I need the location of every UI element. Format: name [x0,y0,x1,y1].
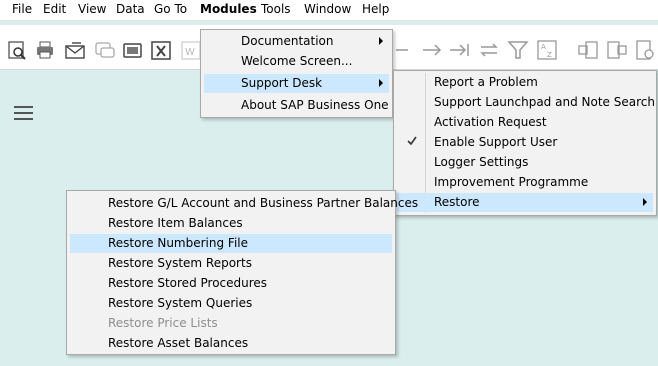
menu-item-label: Restore Stored Procedures [108,276,268,290]
menu-modules[interactable]: Modules [200,2,257,16]
menu-item-label: Enable Support User [434,135,558,149]
menu-item-label: Logger Settings [434,155,529,169]
arrow-partial-icon[interactable] [396,39,418,61]
hamburger-menu-icon[interactable] [14,104,34,122]
menu-item-label: Restore Price Lists [108,316,218,330]
menu-item-label: Restore Item Balances [108,216,243,230]
menu-item-label: Documentation [241,34,334,48]
menu-item-label: Support Launchpad and Note Search [434,95,655,109]
menu-item-support-launchpad[interactable]: Support Launchpad and Note Search [397,93,655,112]
menu-item-label: Restore Asset Balances [108,336,249,350]
menu-item-label: Restore Numbering File [108,236,249,250]
menu-item-restore-stored-procedures[interactable]: Restore Stored Procedures [70,274,392,293]
menu-item-label: Support Desk [241,76,323,90]
submenu-arrow-icon [643,198,647,206]
find-icon[interactable] [6,39,28,61]
menu-edit[interactable]: Edit [43,2,66,16]
submenu-arrow-icon [379,79,383,87]
menu-item-support-desk[interactable]: Support Desk [204,74,389,93]
menu-item-label: Restore G/L Account and Business Partner… [108,196,419,210]
print-layout-icon[interactable] [122,39,144,61]
filter-icon[interactable] [507,39,529,61]
menu-item-restore-asset-balances[interactable]: Restore Asset Balances [70,334,392,353]
menu-item-report-problem[interactable]: Report a Problem [397,73,653,92]
menu-bar: File Edit View Data Go To Modules Tools … [0,0,658,21]
menu-item-label: Activation Request [434,115,547,129]
arrow-last-icon[interactable] [449,39,471,61]
menu-item-label: Restore [434,195,480,209]
excel-icon[interactable] [150,39,172,61]
email-icon[interactable] [64,39,86,61]
menu-file[interactable]: File [12,2,32,16]
menu-item-restore-numbering-file[interactable]: Restore Numbering File [70,234,392,253]
menu-item-label: Restore System Queries [108,296,253,310]
menu-item-restore[interactable]: Restore [397,193,653,212]
menu-view[interactable]: View [78,2,106,16]
menu-help[interactable]: Help [362,2,389,16]
menu-item-restore-system-queries[interactable]: Restore System Queries [70,294,392,313]
refresh-icon[interactable] [478,39,500,61]
modules-menu: Documentation Welcome Screen... Support … [200,29,393,118]
message-icon[interactable] [94,39,116,61]
svg-text:W: W [185,47,195,58]
menu-item-improvement-programme[interactable]: Improvement Programme [397,173,653,192]
submenu-arrow-icon [379,37,383,45]
menu-item-documentation[interactable]: Documentation [204,32,389,51]
menu-item-label: Improvement Programme [434,175,589,189]
svg-text:Z: Z [547,51,552,59]
sap-window: { "menubar": { "items": [ {"label": "Fil… [0,0,658,366]
menu-item-logger-settings[interactable]: Logger Settings [397,153,653,172]
menu-data[interactable]: Data [116,2,145,16]
menu-item-restore-price-lists: Restore Price Lists [70,314,392,333]
menu-item-restore-item-balances[interactable]: Restore Item Balances [70,214,392,233]
target-document-icon[interactable] [606,39,628,61]
checkmark-icon [407,136,417,146]
word-icon[interactable]: W [180,39,202,61]
svg-text:A: A [541,43,546,51]
document-settings-icon[interactable] [634,39,656,61]
menu-item-label: Welcome Screen... [241,54,353,68]
menu-item-label: Restore System Reports [108,256,252,270]
menu-item-activation-request[interactable]: Activation Request [397,113,653,132]
menu-item-restore-system-reports[interactable]: Restore System Reports [70,254,392,273]
base-document-icon[interactable] [577,39,599,61]
menu-item-about[interactable]: About SAP Business One [204,96,389,115]
menu-item-welcome-screen[interactable]: Welcome Screen... [204,52,389,71]
menu-item-enable-support-user[interactable]: Enable Support User [397,133,653,152]
menu-goto[interactable]: Go To [154,2,187,16]
menu-item-restore-gl-bp-balances[interactable]: Restore G/L Account and Business Partner… [70,194,418,213]
support-desk-menu: Report a Problem Support Launchpad and N… [393,70,657,216]
restore-menu: Restore G/L Account and Business Partner… [66,190,418,355]
sort-icon[interactable]: A Z [536,39,558,61]
menu-item-label: Report a Problem [434,75,538,89]
menu-tools[interactable]: Tools [261,2,291,16]
menu-window[interactable]: Window [304,2,351,16]
arrow-icon[interactable] [421,39,443,61]
print-icon[interactable] [34,39,56,61]
menu-item-label: About SAP Business One [241,98,389,112]
